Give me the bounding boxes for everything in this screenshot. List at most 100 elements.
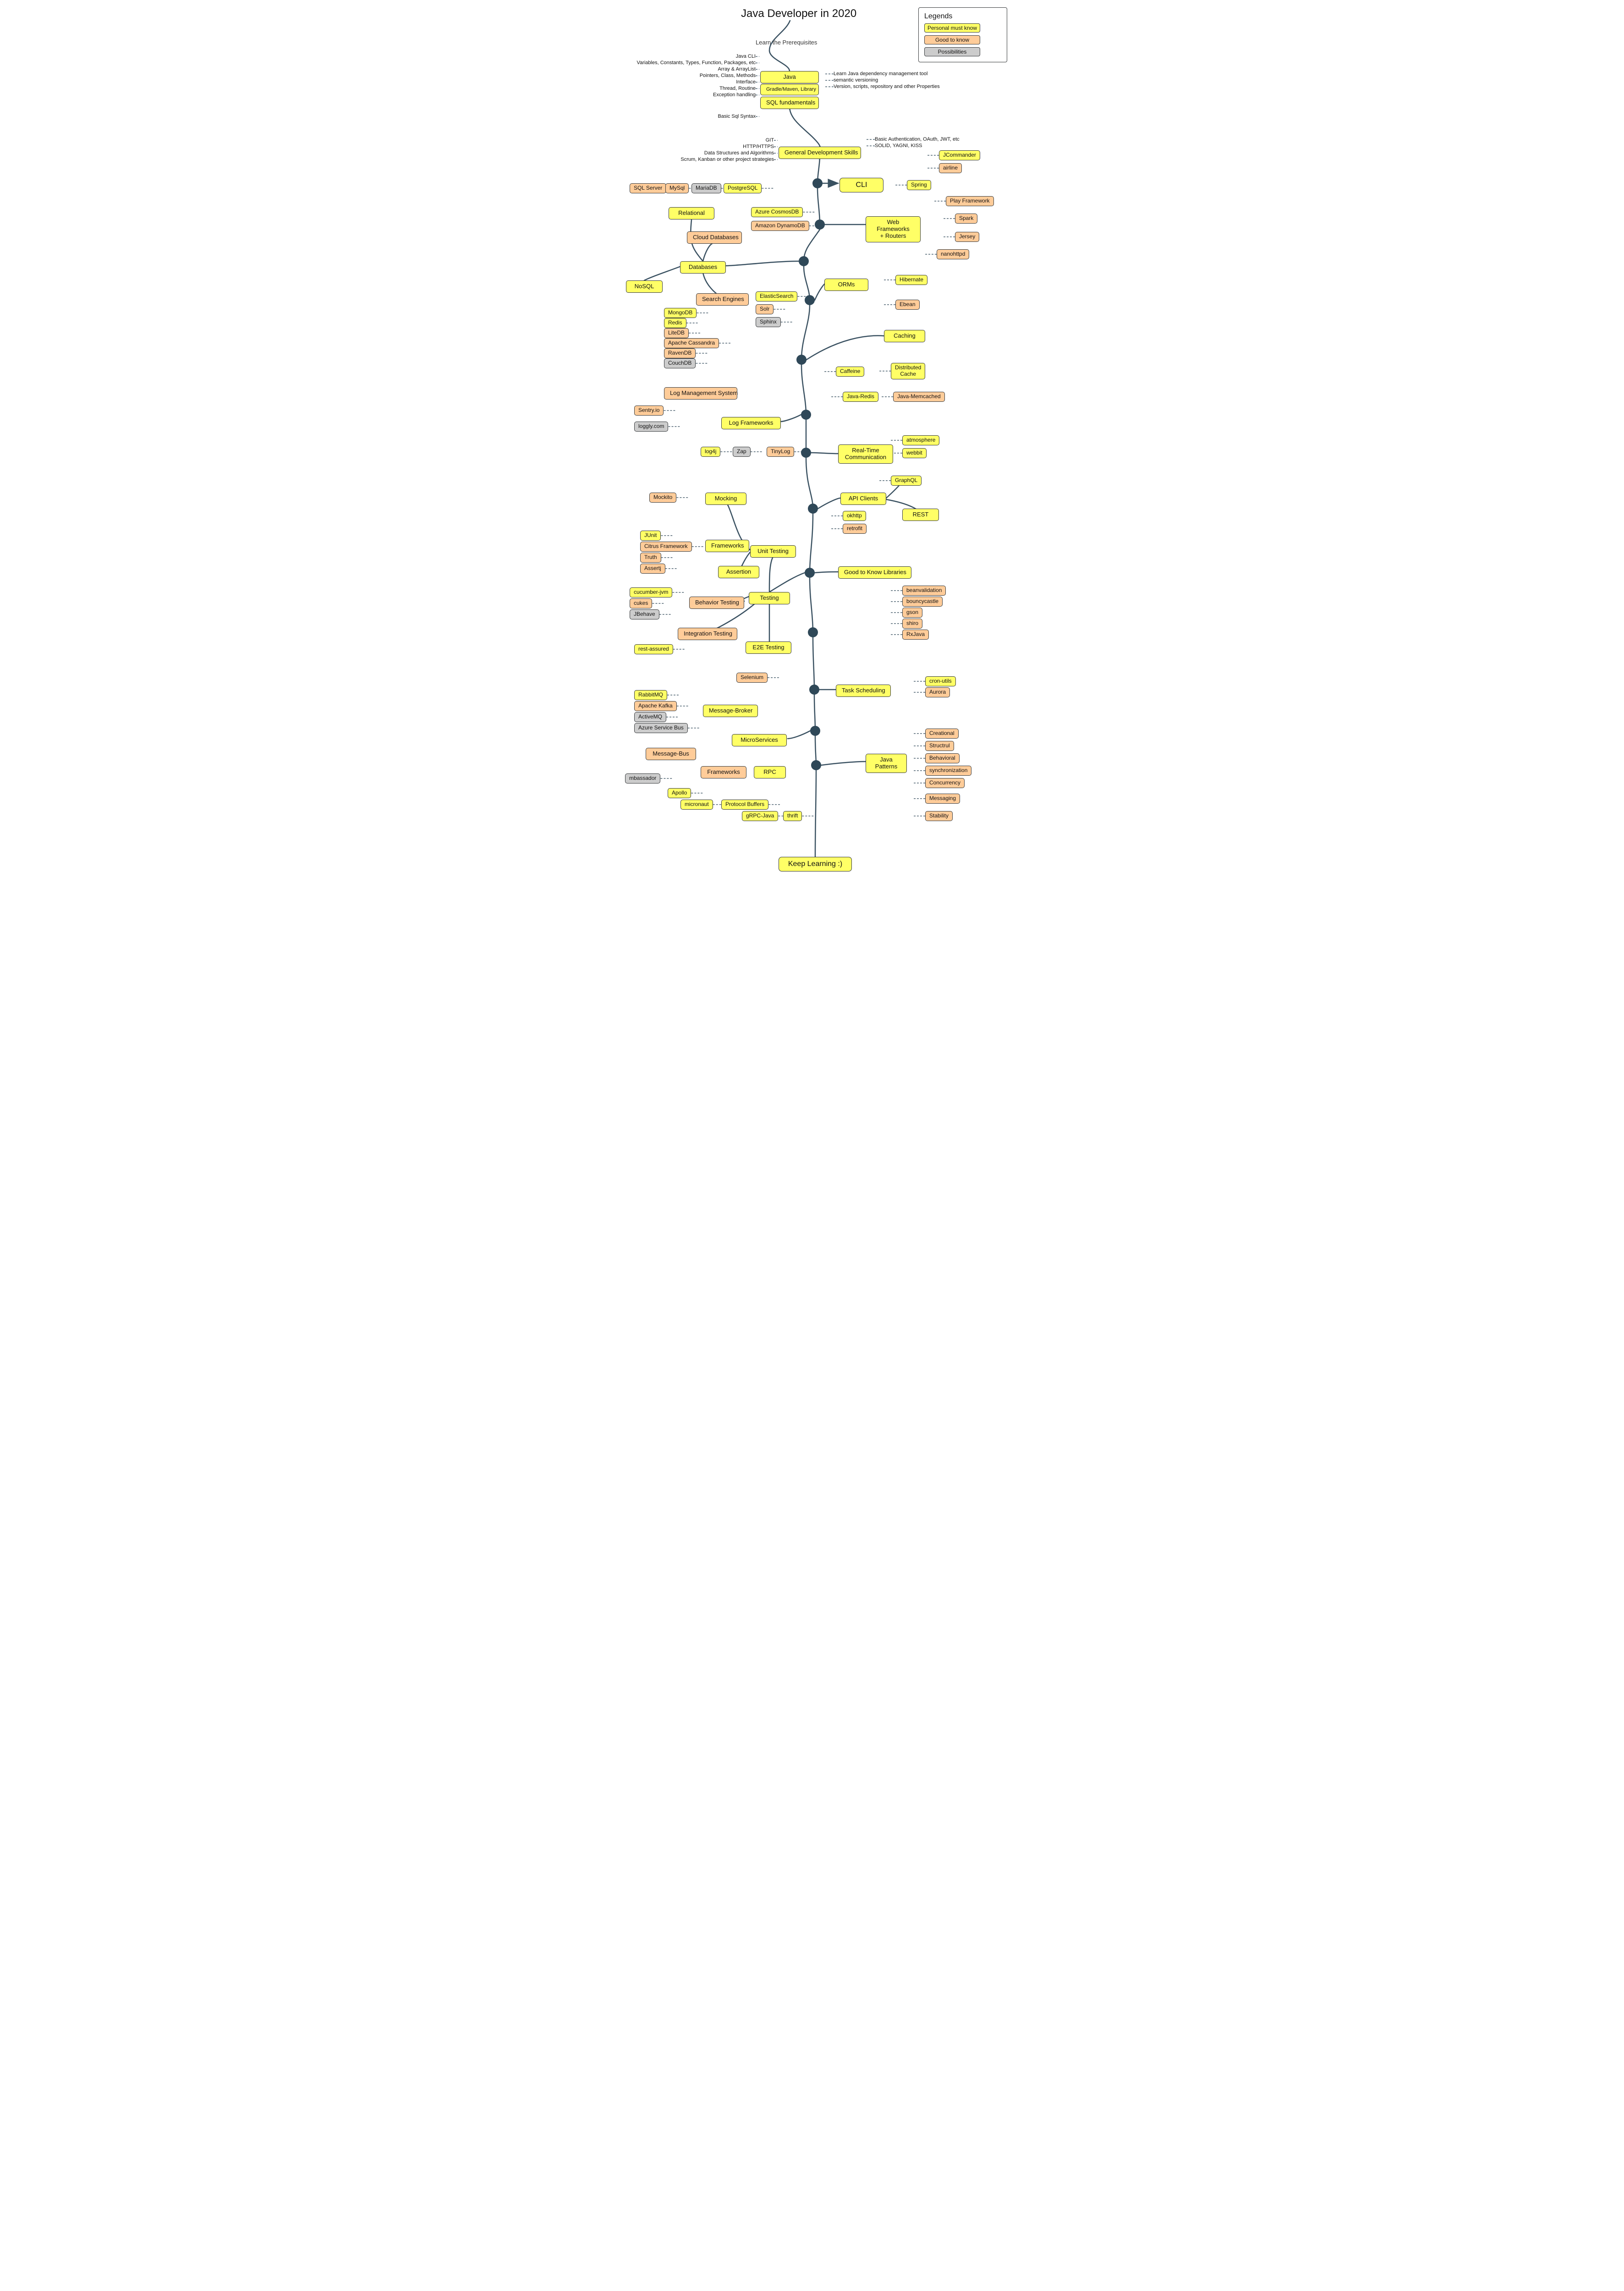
node-msg-bus: Message-Bus bbox=[646, 748, 696, 760]
leaf: Selenium bbox=[736, 673, 768, 683]
leaf: loggly.com bbox=[634, 422, 668, 432]
note: Scrum, Kanban or other project strategie… bbox=[659, 157, 774, 163]
note: GIT bbox=[659, 137, 774, 143]
node-testing: Testing bbox=[749, 592, 790, 604]
leaf: shiro bbox=[902, 619, 922, 629]
leaf: gson bbox=[902, 608, 922, 618]
node-web-frameworks: Web Frameworks + Routers bbox=[866, 216, 921, 242]
label: Distributed Cache bbox=[895, 364, 921, 377]
leaf: Behavioral bbox=[925, 753, 960, 763]
leaf: bouncycastle bbox=[902, 597, 943, 607]
node-log-mgmt: Log Management System bbox=[664, 387, 737, 400]
leaf: CouchDB bbox=[664, 358, 696, 368]
leaf: Redis bbox=[664, 318, 686, 328]
leaf: Caffeine bbox=[836, 367, 864, 377]
node-micro: MicroServices bbox=[732, 734, 787, 746]
leaf: mbassador bbox=[625, 773, 660, 784]
legend: Legends Personal must know Good to know … bbox=[918, 7, 1007, 62]
leaf: JUnit bbox=[640, 531, 661, 541]
node-msg-broker: Message-Broker bbox=[703, 705, 758, 717]
leaf: Java-Redis bbox=[843, 392, 878, 402]
leaf: Protocol Buffers bbox=[721, 800, 768, 810]
node-unit-testing: Unit Testing bbox=[750, 545, 796, 558]
leaf: atmosphere bbox=[902, 435, 939, 445]
note: Learn Java dependency management tool bbox=[834, 71, 927, 77]
page-title: Java Developer in 2020 bbox=[741, 7, 856, 20]
node-jersey: Jersey bbox=[955, 232, 979, 242]
leaf: RabbitMQ bbox=[634, 690, 667, 700]
note: Java CLI bbox=[636, 54, 756, 60]
leaf: Sphinx bbox=[756, 317, 781, 327]
note: Basic Sql Syntax bbox=[636, 114, 756, 120]
node-dist-cache: Distributed Cache bbox=[891, 363, 925, 379]
node-integration: Integration Testing bbox=[678, 628, 737, 640]
leaf: MongoDB bbox=[664, 308, 697, 318]
legend-possibilities: Possibilities bbox=[924, 47, 980, 56]
node-keep-learning: Keep Learning :) bbox=[779, 857, 852, 871]
note: Thread, Routine bbox=[636, 86, 756, 92]
note: Pointers, Class, Methods bbox=[636, 73, 756, 79]
leaf: ElasticSearch bbox=[756, 291, 797, 301]
legend-must-know: Personal must know bbox=[924, 23, 980, 33]
leaf: synchronization bbox=[925, 766, 971, 776]
leaf: RxJava bbox=[902, 630, 929, 640]
leaf: okhttp bbox=[843, 511, 866, 521]
leaf: PostgreSQL bbox=[724, 183, 762, 193]
node-java: Java bbox=[760, 71, 819, 83]
leaf: Concurrency bbox=[925, 778, 965, 788]
leaf: cukes bbox=[630, 598, 652, 608]
node-spring: Spring bbox=[907, 180, 931, 190]
note: HTTP/HTTPS bbox=[659, 144, 774, 150]
legend-good-to-know: Good to know bbox=[924, 35, 980, 44]
node-play: Play Framework bbox=[946, 196, 994, 206]
note: Basic Authentication, OAuth, JWT, etc bbox=[875, 137, 960, 143]
node-patterns: Java Patterns bbox=[866, 754, 907, 773]
leaf: MySql bbox=[665, 183, 689, 193]
leaf: retrofit bbox=[843, 524, 867, 534]
leaf: Azure Service Bus bbox=[634, 723, 688, 733]
leaf: cron-utils bbox=[925, 676, 956, 686]
node-ms-frameworks: Frameworks bbox=[701, 766, 746, 778]
leaf: TinyLog bbox=[767, 447, 794, 457]
node-test-frameworks: Frameworks bbox=[705, 540, 749, 552]
leaf: MariaDB bbox=[691, 183, 721, 193]
node-cloud-db: Cloud Databases bbox=[687, 231, 742, 244]
leaf: Truth bbox=[640, 553, 661, 563]
leaf: Java-Memcached bbox=[893, 392, 945, 402]
leaf: Aurora bbox=[925, 687, 950, 697]
note: semantic versioning bbox=[834, 77, 878, 83]
leaf: cucumber-jvm bbox=[630, 587, 672, 597]
leaf: Messaging bbox=[925, 794, 960, 804]
note: Interface bbox=[636, 79, 756, 85]
node-rtc: Real-Time Communication bbox=[838, 444, 893, 464]
leaf: JBehave bbox=[630, 609, 659, 619]
node-assertion: Assertion bbox=[718, 566, 759, 578]
leaf: Solr bbox=[756, 304, 774, 314]
leaf: rest-assured bbox=[634, 644, 673, 654]
leaf: thrift bbox=[783, 811, 802, 821]
note: Variables, Constants, Types, Function, P… bbox=[636, 60, 756, 66]
label: Java Patterns bbox=[875, 756, 897, 770]
leaf: micronaut bbox=[680, 800, 713, 810]
node-orms: ORMs bbox=[824, 279, 868, 291]
leaf: beanvalidation bbox=[902, 586, 946, 596]
leaf: Stability bbox=[925, 811, 953, 821]
node-mocking: Mocking bbox=[705, 493, 746, 505]
note: Version, scripts, repository and other P… bbox=[834, 84, 940, 90]
node-log-frameworks: Log Frameworks bbox=[721, 417, 781, 429]
note: Data Structures and Algorithms bbox=[659, 150, 774, 156]
leaf: Apollo bbox=[668, 788, 691, 798]
note: SOLID, YAGNI, KISS bbox=[875, 143, 922, 149]
label: Real-Time Communication bbox=[845, 447, 886, 460]
node-gradle: Gradle/Maven, Library bbox=[760, 84, 819, 95]
label: Web Frameworks + Routers bbox=[877, 219, 910, 239]
leaf: Assertj bbox=[640, 564, 665, 574]
node-databases: Databases bbox=[680, 261, 726, 274]
leaf: Ebean bbox=[895, 300, 920, 310]
node-nanohttpd: nanohttpd bbox=[937, 249, 969, 259]
note: Exception handling bbox=[636, 92, 756, 98]
leaf: LiteDB bbox=[664, 328, 689, 338]
node-nosql: NoSQL bbox=[626, 280, 663, 293]
leaf: webbit bbox=[902, 448, 927, 458]
node-api-clients: API Clients bbox=[840, 493, 886, 505]
